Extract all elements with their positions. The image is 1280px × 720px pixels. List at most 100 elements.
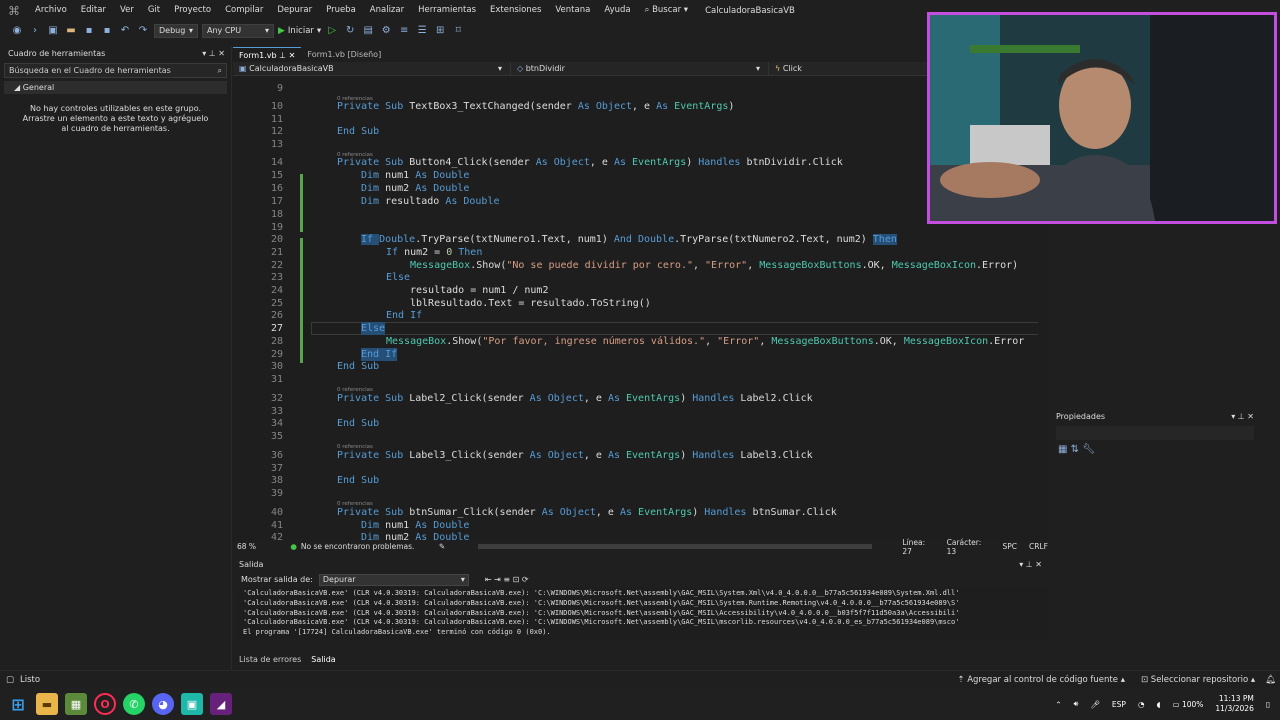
navigate-back-icon[interactable]: ◉ (10, 25, 24, 36)
redo-icon[interactable]: ↷ (136, 25, 150, 36)
start-without-debugging-icon[interactable]: ▷ (325, 25, 339, 36)
toolbox-group-general[interactable]: ◢ General (4, 81, 227, 94)
pin-icon[interactable]: ⊥ (279, 51, 286, 60)
menu-compilar[interactable]: Compilar (218, 0, 270, 21)
format-icon[interactable]: ≡ (397, 25, 411, 36)
code-line: 40 Private Sub btnSumar_Click(sender As O… (270, 507, 837, 518)
discord-icon[interactable]: ◕ (152, 693, 174, 715)
speaker-icon[interactable]: 🔊︎ (1074, 699, 1079, 709)
categorized-icon[interactable]: ▦ (1058, 444, 1067, 455)
issues-indicator[interactable]: No se encontraron problemas. (301, 542, 439, 551)
horizontal-scrollbar[interactable] (478, 544, 873, 549)
output-line: 'CalculadoraBasicaVB.exe' (CLR v4.0.3031… (243, 618, 960, 627)
output-source-select[interactable]: Depurar ▾ (318, 573, 469, 586)
file-explorer-icon[interactable]: ▬ (36, 693, 58, 715)
menu-analizar[interactable]: Analizar (363, 0, 411, 21)
search-icon: ⌕ (644, 5, 653, 15)
properties-object-select[interactable] (1056, 426, 1254, 440)
menu-extensiones[interactable]: Extensiones (483, 0, 548, 21)
comment-icon[interactable]: ⊞ (433, 25, 447, 36)
source-control-button[interactable]: ⇡ Agregar al control de código fuente ▴ (957, 675, 1125, 685)
arrow-up-icon: ⇡ (957, 674, 968, 685)
platform-select[interactable]: Any CPU ▾ (202, 23, 274, 38)
code-line: 30 End Sub (270, 361, 380, 372)
new-project-icon[interactable]: ▣ (46, 25, 60, 36)
tab-output[interactable]: Salida (311, 655, 335, 668)
tab-error-list[interactable]: Lista de errores (239, 655, 301, 668)
code-line: 10 Private Sub TextBox3_TextChanged(sende… (270, 101, 735, 112)
eol-indicator[interactable]: CRLF (1029, 542, 1048, 551)
wifi-icon[interactable]: ◔ (1138, 700, 1145, 709)
menu-ayuda[interactable]: Ayuda (597, 0, 637, 21)
clock[interactable]: 11:13 PM 11/3/2026 (1215, 694, 1253, 714)
menu-git[interactable]: Git (141, 0, 167, 21)
system-tray: ⌃ 🔊︎ 🎤︎ ESP ◔ ◖ ▭ 100% 11:13 PM 11/3/2026… (1055, 688, 1270, 720)
char-indicator[interactable]: Carácter: 13 (947, 538, 993, 556)
menu-ventana[interactable]: Ventana (548, 0, 597, 21)
menu-ver[interactable]: Ver (113, 0, 141, 21)
menu-prueba[interactable]: Prueba (319, 0, 363, 21)
code-line: 31 (270, 374, 283, 385)
align-icon[interactable]: ☰ (415, 25, 429, 36)
code-line: 39 (270, 488, 283, 499)
menu-depurar[interactable]: Depurar (270, 0, 319, 21)
mic-icon[interactable]: 🎤︎ (1090, 700, 1100, 709)
start-button[interactable]: ▶ Iniciar ▾ (278, 26, 321, 36)
code-editor[interactable]: 9 0 referencias 10 Private Sub TextBox3_T… (233, 76, 1048, 540)
notifications-icon[interactable]: 🔔︎ (1265, 675, 1276, 685)
brush-icon[interactable]: ✎ (439, 542, 478, 551)
save-all-icon[interactable]: ▪ (100, 25, 114, 36)
xbox-app-icon[interactable]: ▣ (181, 693, 203, 715)
chevron-up-icon[interactable]: ⌃ (1055, 700, 1061, 709)
save-icon[interactable]: ▪ (82, 25, 96, 36)
panel-options-icon[interactable]: ▾ ⊥ ✕ (1019, 557, 1042, 572)
minecraft-icon[interactable]: ▦ (65, 693, 87, 715)
search-menu[interactable]: ⌕ Buscar ▾ (638, 0, 695, 21)
whatsapp-icon[interactable]: ✆ (123, 693, 145, 715)
bookmark-icon[interactable]: ⌑ (451, 25, 465, 36)
configuration-select[interactable]: Debug ▾ (154, 23, 198, 38)
layout-icon[interactable]: ▤ (361, 25, 375, 36)
gear-icon[interactable]: ⚙ (379, 25, 393, 36)
zoom-level[interactable]: 68 % (233, 542, 282, 551)
editor-status-strip: 68 % ● No se encontraron problemas. ✎ Lí… (233, 538, 1048, 556)
hot-reload-icon[interactable]: ↻ (343, 25, 357, 36)
output-text[interactable]: 'CalculadoraBasicaVB.exe' (CLR v4.0.3031… (237, 587, 1048, 639)
open-folder-icon[interactable]: ▬ (64, 25, 78, 36)
properties-title: Propiedades (1056, 412, 1106, 421)
language-indicator[interactable]: ESP (1112, 700, 1126, 709)
line-indicator[interactable]: Línea: 27 (902, 538, 936, 556)
tab-form1-vb[interactable]: Form1.vb ⊥ ✕ (233, 47, 302, 62)
whitespace-indicator[interactable]: SPC (1003, 542, 1018, 551)
toolbox-search-input[interactable]: Búsqueda en el Cuadro de herramientas ⌕ (4, 63, 227, 78)
tab-form1-design[interactable]: Form1.vb [Diseño] (301, 47, 387, 62)
panel-options-icon[interactable]: ▾ ⊥ ✕ (202, 46, 225, 62)
code-line: 20 If Double.TryParse(txtNumero1.Text, nu… (270, 234, 897, 245)
object-dropdown[interactable]: ◇ btnDividir ▾ (511, 61, 769, 76)
menu-editar[interactable]: Editar (74, 0, 113, 21)
battery-indicator[interactable]: ▭ 100% (1172, 700, 1203, 709)
visual-studio-logo-icon[interactable]: ⌘ (0, 4, 28, 18)
editor-vertical-scrollbar[interactable] (1038, 228, 1048, 540)
menu-archivo[interactable]: Archivo (28, 0, 74, 21)
navigate-forward-icon[interactable]: › (28, 25, 42, 36)
close-icon[interactable]: ✕ (289, 51, 296, 60)
ready-status: Listo (20, 674, 41, 685)
code-line: 24 resultado = num1 / num2 (270, 285, 549, 296)
undo-icon[interactable]: ↶ (118, 25, 132, 36)
output-source-label: Mostrar salida de: (241, 575, 313, 584)
notification-bell-icon[interactable]: ▯ (1266, 700, 1270, 709)
windows-start-icon[interactable]: ⊞ (7, 693, 29, 715)
chevron-down-icon: ▾ (460, 574, 465, 584)
project-dropdown[interactable]: ▣ CalculadoraBasicaVB ▾ (233, 61, 511, 76)
menu-herramientas[interactable]: Herramientas (411, 0, 483, 21)
visual-studio-icon[interactable]: ◢ (210, 693, 232, 715)
output-toolbar-icon[interactable]: ⇤ ⇥ ≡ ⊡ ⟳ (485, 572, 529, 587)
panel-options-icon[interactable]: ▾ ⊥ ✕ (1231, 410, 1254, 424)
volume-icon[interactable]: ◖ (1157, 700, 1161, 709)
wrench-icon[interactable]: 🔧︎ (1082, 444, 1095, 455)
alphabetical-icon[interactable]: ⇅ (1071, 444, 1079, 455)
menu-proyecto[interactable]: Proyecto (167, 0, 218, 21)
opera-gx-icon[interactable]: O (94, 693, 116, 715)
select-repo-button[interactable]: ⊡ Seleccionar repositorio ▴ (1141, 675, 1255, 685)
